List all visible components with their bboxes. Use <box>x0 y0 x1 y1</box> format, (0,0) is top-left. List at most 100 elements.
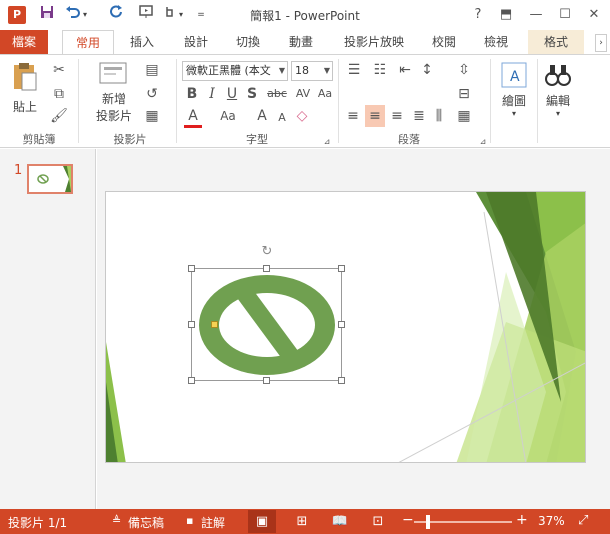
strikethrough-icon[interactable]: abc <box>264 85 290 103</box>
align-left-icon[interactable]: ≡ <box>344 107 362 125</box>
tab-insert[interactable]: 插入 <box>122 30 162 54</box>
slide-counter: 投影片 1/1 <box>8 516 68 530</box>
text-direction-icon[interactable]: ⇳ <box>452 61 476 79</box>
justify-icon[interactable]: ≣ <box>410 107 428 125</box>
comments-icon[interactable]: ▪ <box>186 514 193 527</box>
align-text-icon[interactable]: ⊟ <box>452 85 476 103</box>
svg-text:A: A <box>510 69 520 85</box>
shapes-icon: A <box>501 62 527 88</box>
resize-handle-right[interactable] <box>338 321 345 328</box>
italic-icon[interactable]: I <box>204 85 220 103</box>
cut-icon[interactable]: ✂ <box>50 61 68 79</box>
slide-canvas[interactable]: ↻ <box>105 191 586 463</box>
tab-review[interactable]: 校閱 <box>424 30 464 54</box>
change-case-button-icon[interactable]: Aa <box>216 107 240 125</box>
help-button[interactable]: ? <box>466 4 490 26</box>
resize-handle-left[interactable] <box>188 321 195 328</box>
title-bar: P ▾ ▾ = 簡報1 - PowerPoint ? ⬒ — ☐ ✕ <box>0 0 610 30</box>
slide-sorter-icon[interactable]: ⊞ <box>288 510 316 533</box>
fit-to-window-icon[interactable]: ⤢ <box>578 513 588 528</box>
rotate-handle-icon[interactable]: ↻ <box>260 245 274 259</box>
normal-view-icon[interactable]: ▣ <box>248 510 276 533</box>
chevron-down-icon: ▼ <box>323 66 330 75</box>
new-slide-icon <box>99 62 127 84</box>
zoom-level[interactable]: 37% <box>538 514 565 528</box>
font-size-combo[interactable]: 18 ▼ <box>291 61 333 81</box>
maximize-button[interactable]: ☐ <box>553 4 577 26</box>
ribbon-tabs: 檔案 常用 插入 設計 切換 動畫 投影片放映 校閱 檢視 格式 › <box>0 30 610 55</box>
decrease-font-icon[interactable]: A <box>274 109 290 127</box>
tab-format[interactable]: 格式 <box>528 30 584 54</box>
resize-handle-bottom-right[interactable] <box>338 377 345 384</box>
paragraph-group-label: 段落 <box>398 133 420 146</box>
drawing-label: 繪圖 <box>501 94 526 108</box>
font-size-value: 18 <box>295 64 309 77</box>
slide-thumbnail[interactable] <box>27 164 73 194</box>
change-case-icon[interactable]: Aa <box>316 85 334 103</box>
slides-group-label: 投影片 <box>113 133 147 146</box>
font-group-label: 字型 <box>246 133 268 146</box>
minimize-button[interactable]: — <box>524 4 548 26</box>
paste-icon <box>14 63 37 91</box>
editing-button[interactable]: 編輯 ▾ <box>540 61 576 127</box>
collapse-ribbon-button[interactable]: › <box>595 34 607 52</box>
zoom-in-button[interactable]: + <box>516 512 528 528</box>
increase-font-icon[interactable]: A <box>254 107 270 125</box>
reading-view-icon[interactable]: 📖 <box>326 510 354 533</box>
tab-view[interactable]: 檢視 <box>476 30 516 54</box>
drawing-button[interactable]: A 繪圖 ▾ <box>496 61 532 127</box>
font-color-icon[interactable]: A <box>184 107 202 128</box>
status-bar: 投影片 1/1 ≜ 備忘稿 ▪ 註解 ▣ ⊞ 📖 ⊡ − + 37% ⤢ <box>0 509 610 534</box>
tab-home[interactable]: 常用 <box>62 30 114 55</box>
copy-icon[interactable]: ⧉ <box>50 85 68 103</box>
tab-slideshow[interactable]: 投影片放映 <box>336 30 412 54</box>
character-spacing-icon[interactable]: AV <box>294 85 312 103</box>
new-slide-button[interactable]: 新增 投影片 <box>90 61 138 127</box>
line-spacing-icon[interactable]: ↕ <box>418 61 436 79</box>
slide-number: 1 <box>14 163 23 178</box>
smartart-icon[interactable]: ▦ <box>452 107 476 125</box>
reset-icon[interactable]: ↺ <box>142 85 162 103</box>
close-button[interactable]: ✕ <box>582 4 606 26</box>
resize-handle-top-right[interactable] <box>338 265 345 272</box>
tab-animations[interactable]: 動畫 <box>281 30 321 54</box>
font-name-value: 微軟正黑體 (本文 <box>186 64 271 77</box>
zoom-slider-thumb[interactable] <box>426 515 430 529</box>
font-name-combo[interactable]: 微軟正黑體 (本文 ▼ <box>182 61 288 81</box>
tab-transitions[interactable]: 切換 <box>228 30 268 54</box>
binoculars-icon <box>545 65 571 86</box>
columns-icon[interactable]: ⫼ <box>430 107 448 125</box>
resize-handle-bottom[interactable] <box>263 377 270 384</box>
chevron-down-icon: ▼ <box>278 66 285 75</box>
slideshow-view-icon[interactable]: ⊡ <box>364 510 392 533</box>
clear-formatting-icon[interactable]: ◇ <box>294 107 310 125</box>
chevron-down-icon: ▾ <box>511 109 516 118</box>
resize-handle-bottom-left[interactable] <box>188 377 195 384</box>
paste-button[interactable]: 貼上 <box>8 61 42 123</box>
layout-icon[interactable]: ▤ <box>142 61 162 79</box>
shadow-icon[interactable]: S <box>244 85 260 103</box>
ribbon-display-options-button[interactable]: ⬒ <box>494 4 518 26</box>
resize-handle-top-left[interactable] <box>188 265 195 272</box>
format-painter-icon[interactable]: 🖌 <box>50 107 68 125</box>
section-icon[interactable]: ▦ <box>142 107 162 125</box>
underline-icon[interactable]: U <box>224 85 240 103</box>
decrease-indent-icon[interactable]: ⇤ <box>396 61 414 79</box>
no-symbol-shape[interactable]: ↻ <box>188 245 345 384</box>
align-center-icon[interactable]: ≡ <box>365 105 385 127</box>
numbering-icon[interactable]: ☷ <box>370 61 390 79</box>
zoom-out-button[interactable]: − <box>402 512 414 528</box>
bullets-icon[interactable]: ☰ <box>344 61 364 79</box>
zoom-slider[interactable] <box>414 515 512 529</box>
tab-file[interactable]: 檔案 <box>0 30 48 54</box>
window-title: 簡報1 - PowerPoint <box>250 9 360 23</box>
notes-button[interactable]: 備忘稿 <box>128 514 164 531</box>
adjustment-handle[interactable] <box>211 321 218 328</box>
notes-icon[interactable]: ≜ <box>112 514 121 527</box>
comments-button[interactable]: 註解 <box>201 514 225 531</box>
resize-handle-top[interactable] <box>263 265 270 272</box>
slide-background-art <box>106 192 585 462</box>
tab-design[interactable]: 設計 <box>176 30 216 54</box>
bold-icon[interactable]: B <box>184 85 200 103</box>
align-right-icon[interactable]: ≡ <box>388 107 406 125</box>
